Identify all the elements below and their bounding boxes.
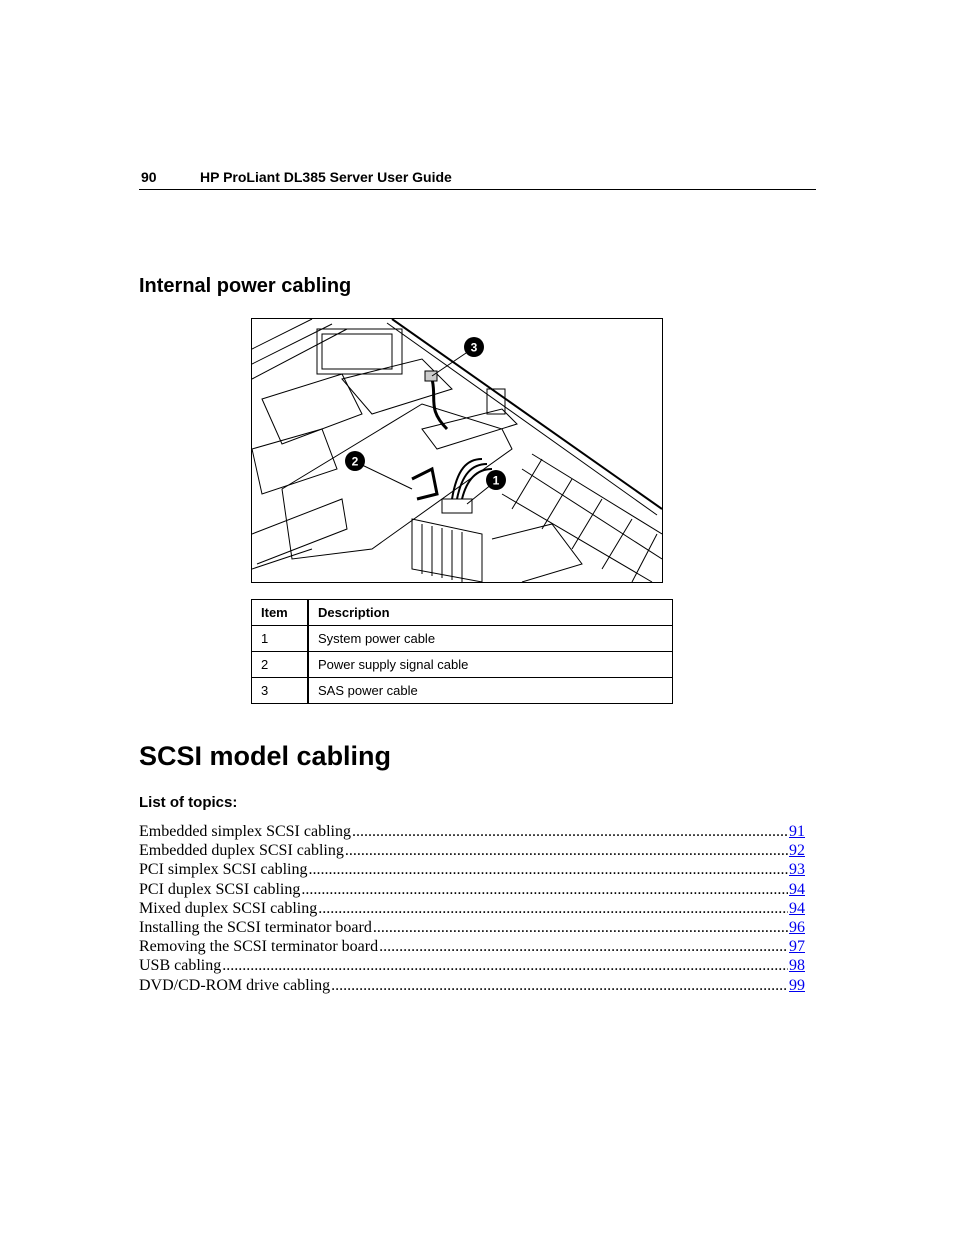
- page-link[interactable]: 94: [789, 899, 805, 918]
- topic-title: Installing the SCSI terminator board: [139, 918, 372, 936]
- topic-title: PCI duplex SCSI cabling: [139, 880, 301, 898]
- document-title: HP ProLiant DL385 Server User Guide: [200, 169, 452, 185]
- server-internals-drawing: 3 2 1: [252, 319, 662, 582]
- page-link[interactable]: 93: [789, 860, 805, 879]
- leader-dots: [318, 899, 788, 918]
- callout-2: 2: [345, 451, 413, 490]
- item-description: SAS power cable: [307, 677, 673, 704]
- item-description: Power supply signal cable: [307, 651, 673, 678]
- list-item: Mixed duplex SCSI cabling 94: [139, 899, 805, 918]
- column-header-description: Description: [307, 599, 673, 626]
- svg-text:2: 2: [352, 455, 359, 469]
- page-number: 90: [141, 169, 157, 185]
- topic-title: DVD/CD-ROM drive cabling: [139, 976, 331, 994]
- chapter-heading: SCSI model cabling: [139, 741, 392, 771]
- list-item: Embedded duplex SCSI cabling 92: [139, 841, 805, 860]
- callout-1: 1: [466, 470, 506, 505]
- list-item: Embedded simplex SCSI cabling 91: [139, 822, 805, 841]
- table-row: 2 Power supply signal cable: [251, 651, 673, 678]
- running-header: 90 HP ProLiant DL385 Server User Guide: [139, 168, 816, 190]
- leader-dots: [373, 918, 788, 937]
- list-item: Installing the SCSI terminator board 96: [139, 918, 805, 937]
- leader-dots: [379, 937, 788, 956]
- page-link[interactable]: 91: [789, 822, 805, 841]
- leader-dots: [222, 956, 788, 975]
- item-number: 1: [251, 625, 309, 652]
- topic-title: Mixed duplex SCSI cabling: [139, 899, 318, 917]
- list-item: DVD/CD-ROM drive cabling 99: [139, 976, 805, 995]
- table-header-row: Item Description: [251, 599, 673, 626]
- callout-3: 3: [431, 337, 484, 377]
- page-link[interactable]: 92: [789, 841, 805, 860]
- topic-title: Embedded simplex SCSI cabling: [139, 823, 351, 840]
- leader-dots: [308, 860, 788, 879]
- topic-title: Embedded duplex SCSI cabling: [139, 842, 344, 860]
- leader-dots: [301, 880, 788, 899]
- column-header-item: Item: [251, 599, 309, 626]
- page-link[interactable]: 96: [789, 918, 805, 937]
- list-item: PCI simplex SCSI cabling 93: [139, 860, 805, 879]
- svg-text:1: 1: [493, 474, 500, 488]
- leader-dots: [352, 822, 788, 841]
- list-item: USB cabling 98: [139, 956, 805, 975]
- item-number: 3: [251, 677, 309, 704]
- page-link[interactable]: 94: [789, 880, 805, 899]
- table-row: 3 SAS power cable: [251, 677, 673, 704]
- topic-title: PCI simplex SCSI cabling: [139, 861, 308, 879]
- item-number: 2: [251, 651, 309, 678]
- section-heading: Internal power cabling: [139, 275, 352, 297]
- items-table: Item Description 1 System power cable 2 …: [251, 599, 673, 704]
- item-description: System power cable: [307, 625, 673, 652]
- list-item: PCI duplex SCSI cabling 94: [139, 880, 805, 899]
- topic-title: USB cabling: [139, 957, 222, 975]
- page-link[interactable]: 99: [789, 976, 805, 995]
- svg-text:3: 3: [471, 341, 478, 355]
- leader-dots: [345, 841, 788, 860]
- topics-list: Embedded simplex SCSI cabling 91 Embedded…: [139, 822, 805, 995]
- list-heading: List of topics:: [139, 794, 238, 811]
- topic-title: Removing the SCSI terminator board: [139, 938, 379, 956]
- cabling-figure: 3 2 1: [251, 318, 663, 583]
- page-link[interactable]: 98: [789, 956, 805, 975]
- page-link[interactable]: 97: [789, 937, 805, 956]
- leader-dots: [331, 976, 788, 995]
- list-item: Removing the SCSI terminator board 97: [139, 937, 805, 956]
- table-row: 1 System power cable: [251, 625, 673, 652]
